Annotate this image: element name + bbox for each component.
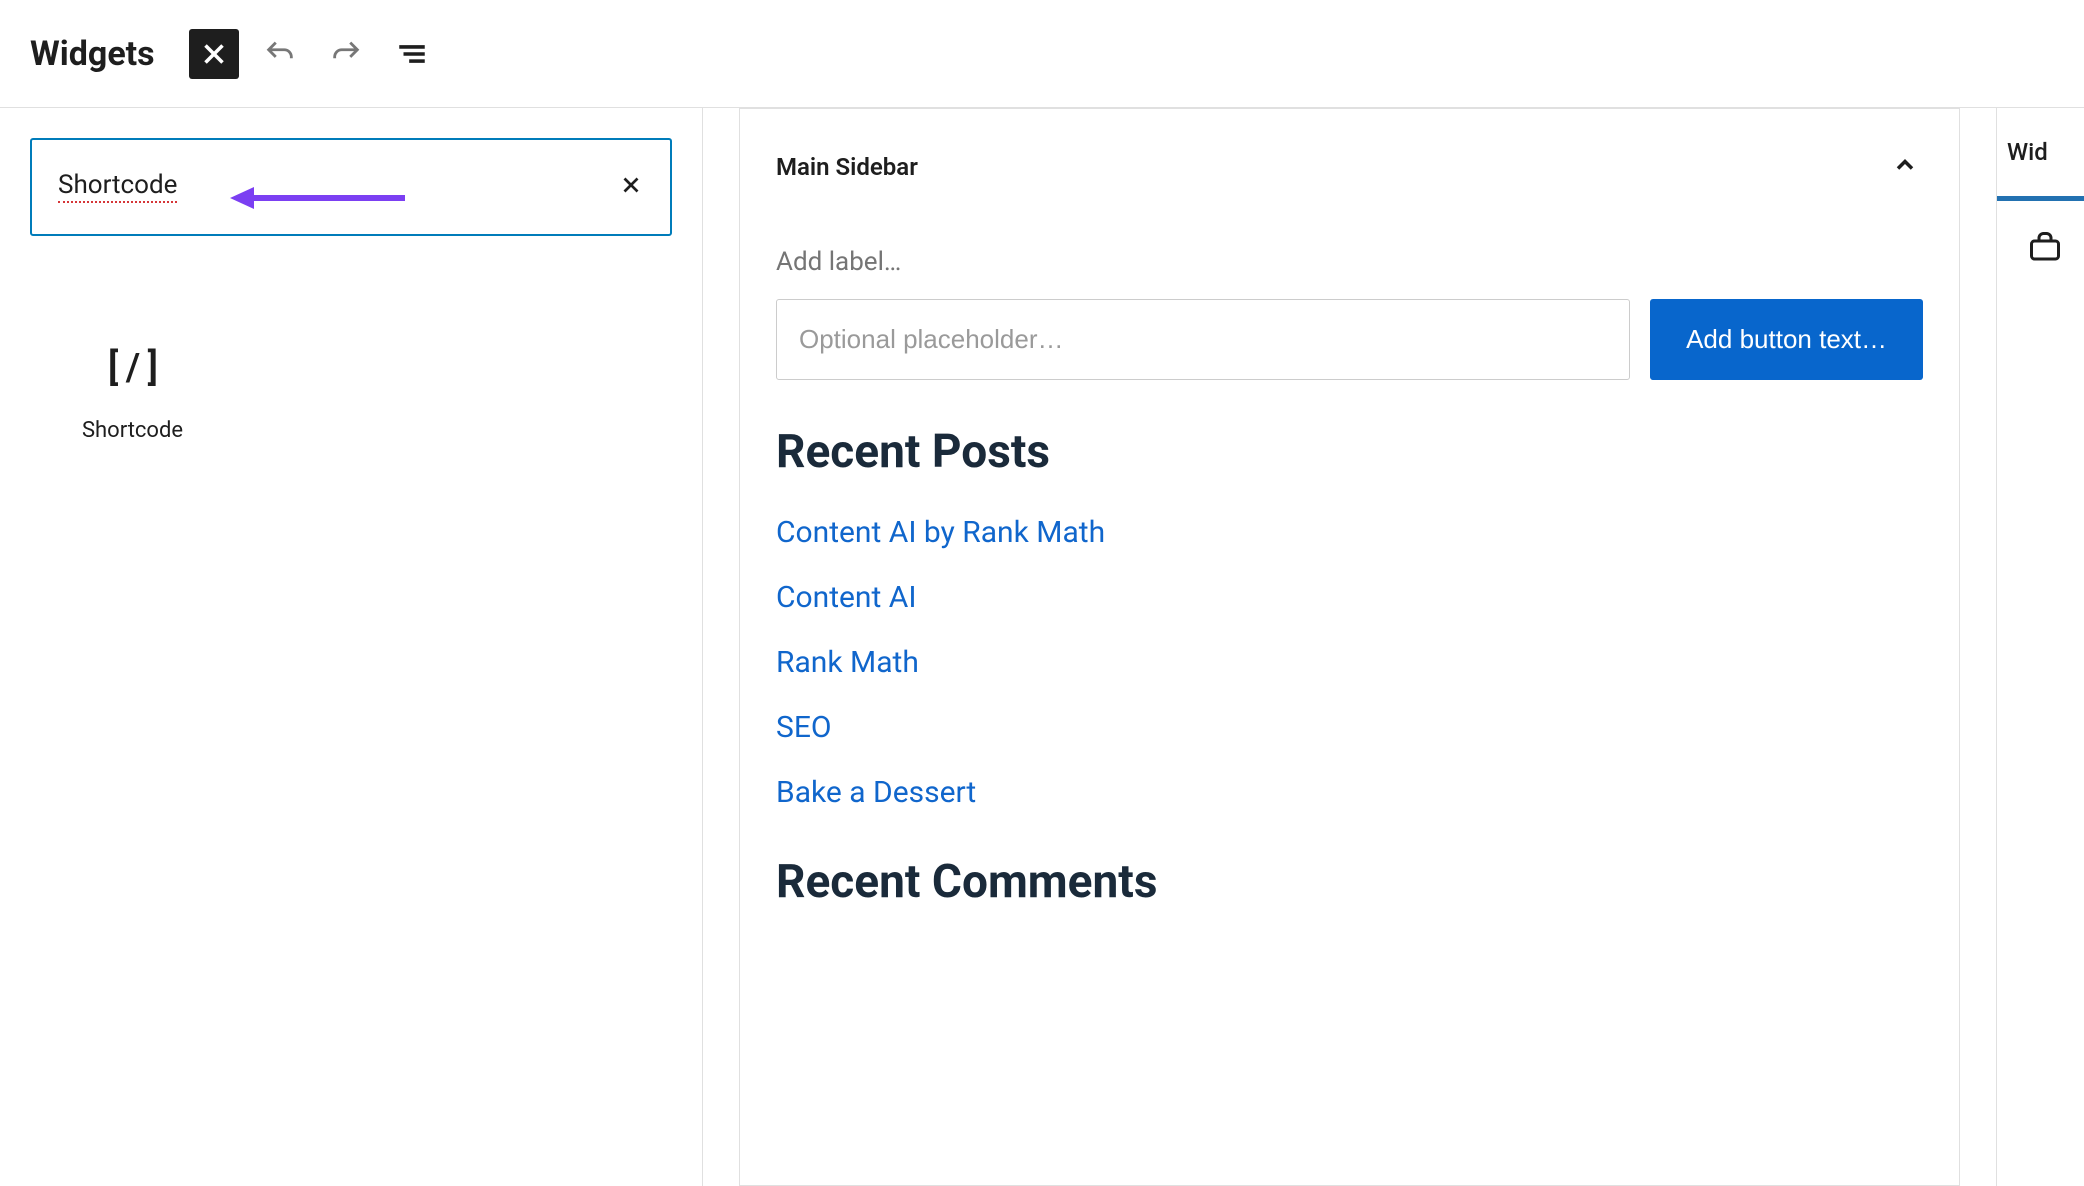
close-icon bbox=[618, 172, 644, 198]
sidebar-slot-button[interactable] bbox=[1997, 209, 2084, 269]
search-input-container[interactable]: Shortcode bbox=[30, 138, 672, 236]
close-icon bbox=[197, 37, 231, 71]
search-button-text[interactable]: Add button text… bbox=[1650, 299, 1923, 380]
widget-area-main-sidebar: Main Sidebar Add label… Add button text…… bbox=[739, 108, 1960, 1186]
list-view-button[interactable] bbox=[387, 29, 437, 79]
search-placeholder-input-wrapper[interactable] bbox=[776, 299, 1630, 380]
chevron-up-icon bbox=[1891, 151, 1919, 179]
recent-posts-heading: Recent Posts bbox=[776, 425, 1923, 479]
undo-button[interactable] bbox=[255, 29, 305, 79]
redo-button[interactable] bbox=[321, 29, 371, 79]
close-inserter-button[interactable] bbox=[189, 29, 239, 79]
search-label-input[interactable]: Add label… bbox=[776, 247, 1923, 277]
redo-icon bbox=[329, 37, 363, 71]
shortcode-icon: [ / ] bbox=[55, 346, 210, 390]
recent-posts-list: Content AI by Rank Math Content AI Rank … bbox=[776, 515, 1923, 810]
collapse-area-button[interactable] bbox=[1887, 147, 1923, 187]
list-item: Bake a Dessert bbox=[776, 775, 1923, 810]
recent-comments-heading: Recent Comments bbox=[776, 855, 1923, 909]
post-link[interactable]: SEO bbox=[776, 710, 832, 745]
block-result-shortcode[interactable]: [ / ] Shortcode bbox=[55, 346, 210, 443]
block-inserter-panel: Shortcode [ / ] Shortcode bbox=[0, 108, 702, 1186]
page-title: Widgets bbox=[30, 34, 155, 74]
tab-widget-area[interactable]: Wid bbox=[1997, 108, 2084, 201]
list-item: SEO bbox=[776, 710, 1923, 745]
briefcase-icon bbox=[2027, 229, 2063, 265]
undo-icon bbox=[263, 37, 297, 71]
block-result-label: Shortcode bbox=[55, 418, 210, 443]
search-input-value: Shortcode bbox=[58, 172, 177, 203]
list-view-icon bbox=[395, 37, 429, 71]
widget-editor: Main Sidebar Add label… Add button text…… bbox=[702, 108, 1997, 1186]
settings-sidebar: Wid bbox=[1997, 108, 2084, 1186]
search-placeholder-input[interactable] bbox=[799, 324, 1607, 355]
list-item: Content AI bbox=[776, 580, 1923, 615]
toolbar: Widgets bbox=[0, 0, 2084, 108]
post-link[interactable]: Bake a Dessert bbox=[776, 775, 976, 810]
clear-search-button[interactable] bbox=[610, 160, 652, 214]
post-link[interactable]: Content AI bbox=[776, 580, 916, 615]
list-item: Rank Math bbox=[776, 645, 1923, 680]
widget-area-title: Main Sidebar bbox=[776, 153, 918, 181]
post-link[interactable]: Rank Math bbox=[776, 645, 919, 680]
list-item: Content AI by Rank Math bbox=[776, 515, 1923, 550]
post-link[interactable]: Content AI by Rank Math bbox=[776, 515, 1105, 550]
